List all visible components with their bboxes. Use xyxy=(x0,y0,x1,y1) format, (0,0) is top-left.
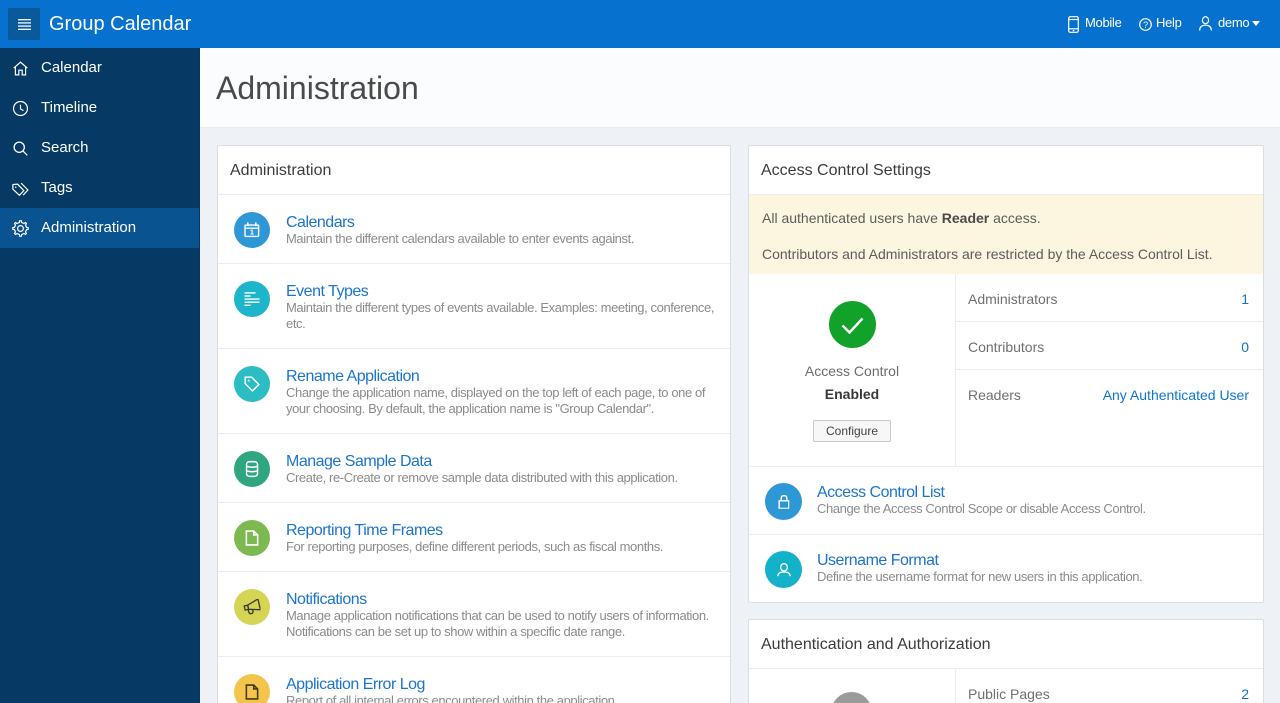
svg-text:1: 1 xyxy=(250,228,254,237)
svg-text:?: ? xyxy=(1143,20,1148,30)
